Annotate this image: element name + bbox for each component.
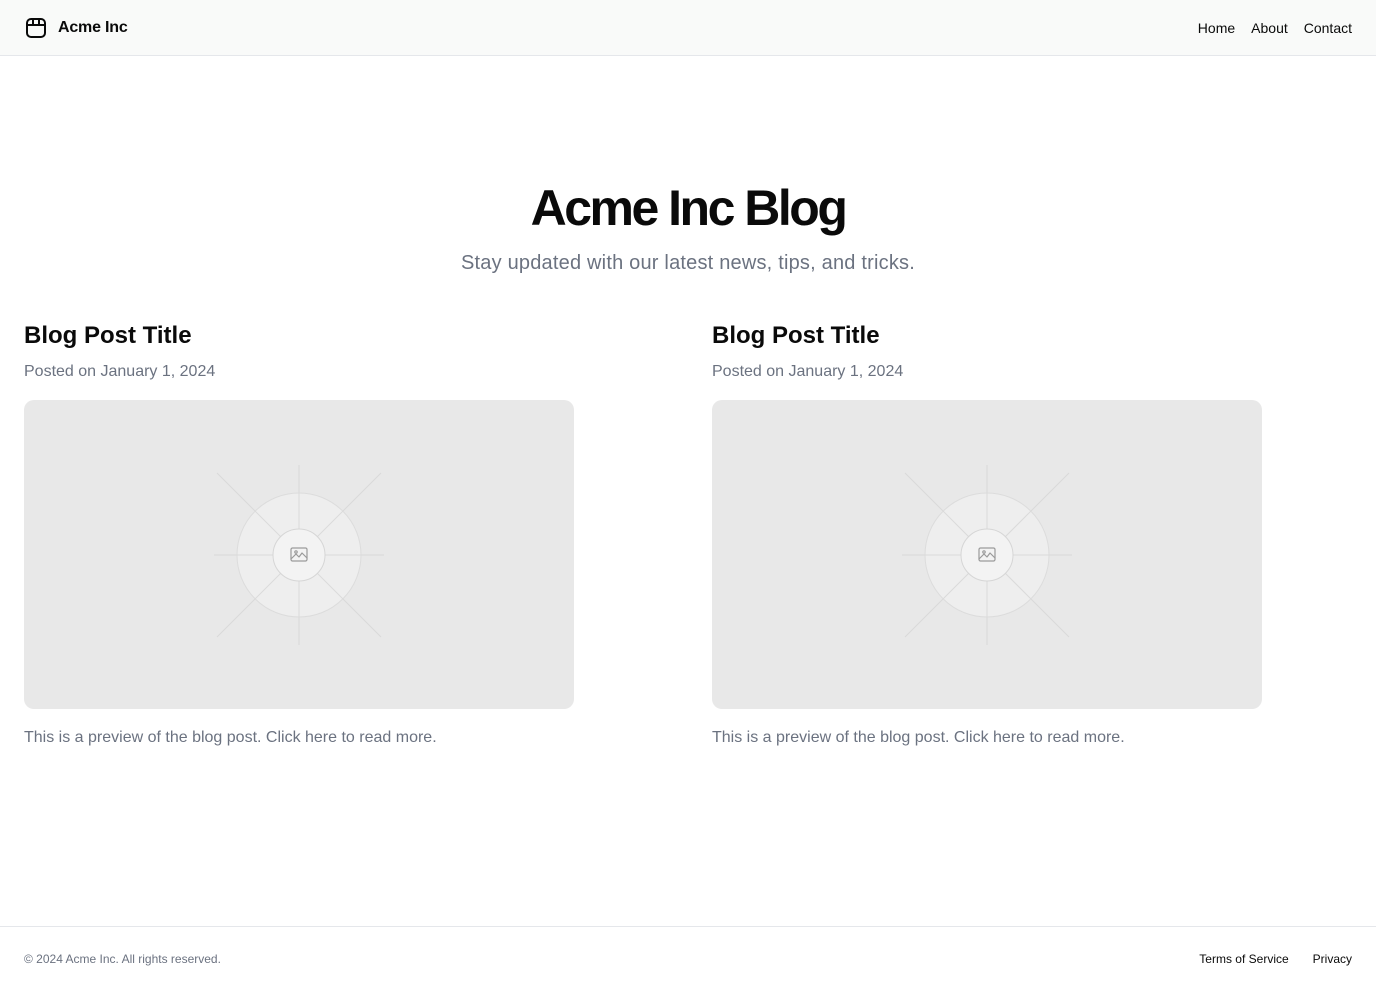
brand-link[interactable]: Acme Inc (24, 16, 128, 40)
post-image[interactable] (712, 400, 1262, 709)
nav-link-home[interactable]: Home (1198, 20, 1235, 36)
copyright-text: © 2024 Acme Inc. All rights reserved. (24, 952, 221, 966)
blog-post-card: Blog Post Title Posted on January 1, 202… (24, 320, 574, 750)
package-icon (24, 16, 48, 40)
hero-section: Acme Inc Blog Stay updated with our late… (0, 176, 1376, 277)
page-title: Acme Inc Blog (530, 180, 848, 236)
page: Acme Inc Home About Contact Acme Inc Blo… (0, 0, 1376, 991)
brand-name: Acme Inc (58, 18, 128, 36)
post-excerpt: This is a preview of the blog post. Clic… (712, 729, 1125, 746)
post-date: Posted on January 1, 2024 (712, 363, 904, 380)
post-title[interactable]: Blog Post Title (24, 320, 574, 352)
footer-link-privacy[interactable]: Privacy (1313, 952, 1352, 966)
footer-nav: Terms of Service Privacy (1199, 952, 1352, 966)
post-image[interactable] (24, 400, 574, 709)
post-excerpt: This is a preview of the blog post. Clic… (24, 729, 437, 746)
post-title[interactable]: Blog Post Title (712, 320, 1262, 352)
post-date: Posted on January 1, 2024 (24, 363, 216, 380)
nav-link-contact[interactable]: Contact (1304, 20, 1352, 36)
site-header: Acme Inc Home About Contact (0, 0, 1376, 56)
footer-link-terms[interactable]: Terms of Service (1199, 952, 1288, 966)
nav-link-about[interactable]: About (1251, 20, 1288, 36)
image-placeholder-icon (902, 464, 1072, 645)
main-nav: Home About Contact (1198, 20, 1352, 36)
blog-post-card: Blog Post Title Posted on January 1, 202… (712, 320, 1262, 750)
page-subtitle: Stay updated with our latest news, tips,… (461, 252, 915, 274)
site-footer: © 2024 Acme Inc. All rights reserved. Te… (0, 926, 1376, 991)
image-placeholder-icon (214, 464, 384, 645)
